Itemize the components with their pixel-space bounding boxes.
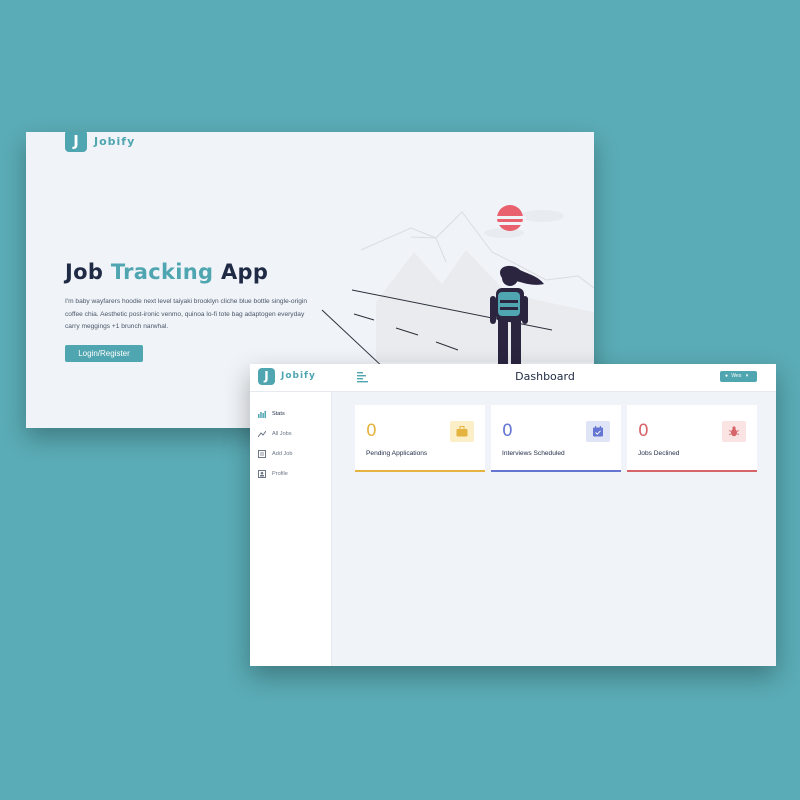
- stat-count: 0: [502, 421, 513, 441]
- sidebar-item-label: All Jobs: [272, 431, 292, 437]
- profile-icon: [258, 470, 266, 478]
- caret-down-icon: ▾: [745, 373, 749, 379]
- sidebar-item-label: Stats: [272, 411, 285, 417]
- chart-icon: [258, 411, 266, 418]
- hero-description: I'm baby wayfarers hoodie next level tai…: [65, 298, 308, 330]
- logo-badge: J: [65, 132, 87, 152]
- logo-name: Jobify: [94, 135, 136, 148]
- stat-title: Interviews Scheduled: [502, 450, 565, 457]
- bug-icon: [722, 421, 746, 442]
- sidebar-item-label: Profile: [272, 471, 288, 477]
- stat-title: Pending Applications: [366, 450, 428, 457]
- stat-count: 0: [638, 421, 649, 441]
- sidebar-item-add-job[interactable]: Add Job: [258, 448, 328, 460]
- card-accent-bar: [491, 470, 621, 472]
- stat-count: 0: [366, 421, 377, 441]
- login-register-button[interactable]: Login/Register: [65, 345, 143, 362]
- calendar-check-icon: [586, 421, 610, 442]
- sidebar-item-label: Add Job: [272, 451, 293, 457]
- page-title: Dashboard: [515, 370, 575, 383]
- stat-card-pending: 0 Pending Applications: [355, 405, 485, 472]
- hero-title-part1: Job: [65, 260, 104, 284]
- dashboard-window: J Jobify Dashboard ● Wes ▾ Stats All Job…: [250, 364, 776, 666]
- sidebar: Stats All Jobs Add Job Profile: [250, 392, 332, 666]
- hero-title: Job Tracking App: [65, 260, 268, 284]
- user-icon: ●: [725, 373, 729, 379]
- card-accent-bar: [355, 470, 485, 472]
- sidebar-item-stats[interactable]: Stats: [258, 408, 328, 420]
- sidebar-item-all-jobs[interactable]: All Jobs: [258, 428, 328, 440]
- stat-card-interviews: 0 Interviews Scheduled: [491, 405, 621, 472]
- top-navbar: J Jobify Dashboard ● Wes ▾: [250, 364, 776, 392]
- hero-title-part2: App: [220, 260, 269, 284]
- sidebar-item-profile[interactable]: Profile: [258, 468, 328, 480]
- form-icon: [258, 450, 266, 458]
- trend-icon: [258, 430, 266, 438]
- suitcase-icon: [450, 421, 474, 442]
- card-accent-bar: [627, 470, 757, 472]
- user-name: Wes: [731, 373, 742, 379]
- stat-card-declined: 0 Jobs Declined: [627, 405, 757, 472]
- hero-title-accent: Tracking: [110, 260, 214, 284]
- user-menu-button[interactable]: ● Wes ▾: [720, 371, 757, 382]
- stat-title: Jobs Declined: [638, 450, 680, 457]
